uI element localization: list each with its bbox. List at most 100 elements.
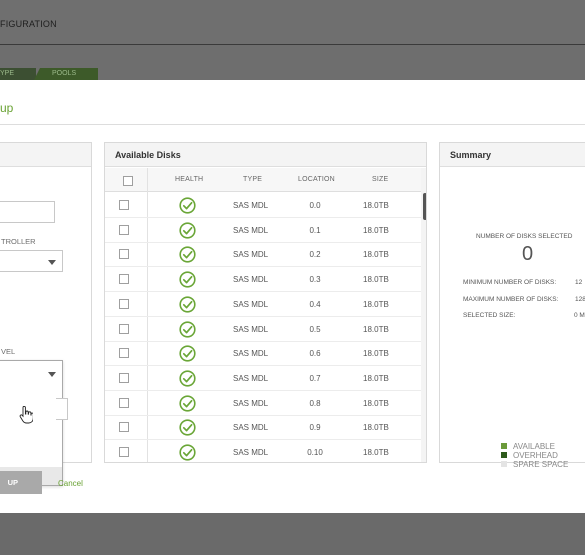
table-row[interactable]: SAS MDL 0.7 18.0TB <box>105 366 421 391</box>
cancel-link[interactable]: Cancel <box>58 479 83 488</box>
table-row[interactable]: SAS MDL 0.1 18.0TB <box>105 218 421 243</box>
row-checkbox[interactable] <box>119 422 129 433</box>
disk-type: SAS MDL <box>233 201 269 210</box>
health-ok-icon <box>179 394 196 412</box>
column-size[interactable]: SIZE <box>372 176 388 183</box>
disk-type: SAS MDL <box>233 324 269 334</box>
settings-panel-header <box>0 143 91 167</box>
disk-size: 18.0TB <box>363 423 389 433</box>
disk-type: SAS MDL <box>233 299 269 309</box>
disk-size: 18.0TB <box>363 373 389 383</box>
row-checkbox[interactable] <box>119 447 129 457</box>
health-ok-icon <box>179 197 196 214</box>
hand-cursor-icon <box>19 406 33 424</box>
legend-item-overhead: OVERHEAD <box>501 451 558 460</box>
summary-title: Summary <box>450 150 492 160</box>
disk-location: 0.3 <box>309 275 321 285</box>
health-ok-icon <box>179 271 196 288</box>
table-row[interactable]: SAS MDL 0.0 18.0TB <box>105 193 421 218</box>
column-type[interactable]: TYPE <box>243 176 262 183</box>
disk-size: 18.0TB <box>363 275 389 285</box>
row-checkbox[interactable] <box>119 200 129 210</box>
disks-panel-header: Available Disks <box>105 143 426 167</box>
row-checkbox[interactable] <box>119 323 129 334</box>
app-title: FIGURATION <box>0 19 57 29</box>
row-checkbox[interactable] <box>119 274 129 285</box>
min-disks-label: MINIMUM NUMBER OF DISKS: <box>463 279 557 286</box>
row-checkbox[interactable] <box>119 298 129 309</box>
column-location[interactable]: LOCATION <box>298 176 335 183</box>
health-ok-icon <box>179 296 196 313</box>
table-row[interactable]: SAS MDL 0.8 18.0TB <box>105 391 421 416</box>
controller-select[interactable] <box>0 250 63 272</box>
table-row[interactable]: SAS MDL 0.9 18.0TB <box>105 415 421 441</box>
legend-item-available: AVAILABLE <box>501 442 555 451</box>
disk-location: 0.4 <box>309 299 321 309</box>
summary-panel: Summary NUMBER OF DISKS SELECTED 0 MINIM… <box>439 142 585 469</box>
disk-location: 0.2 <box>309 250 321 260</box>
disk-location: 0.8 <box>309 398 321 408</box>
legend-label: AVAILABLE <box>513 442 555 451</box>
health-ok-icon <box>179 222 196 239</box>
title-divider <box>0 124 585 125</box>
group-settings-panel: TROLLER VEL <box>0 142 92 486</box>
disk-type: SAS MDL <box>233 448 269 457</box>
legend-label: OVERHEAD <box>513 451 558 460</box>
disks-scrollbar-thumb[interactable] <box>423 193 426 220</box>
disks-table-header: HEALTH TYPE LOCATION SIZE <box>105 168 426 192</box>
disk-type: SAS MDL <box>233 423 269 433</box>
selected-size-value: 0 M <box>574 312 585 319</box>
chevron-down-icon <box>48 372 56 377</box>
min-disks-value: 12 <box>575 279 583 286</box>
row-checkbox[interactable] <box>119 372 129 383</box>
disk-size: 18.0TB <box>363 299 389 309</box>
max-disks-label: MAXIMUM NUMBER OF DISKS: <box>463 296 559 303</box>
disks-panel-title: Available Disks <box>115 150 181 160</box>
health-ok-icon <box>179 345 196 362</box>
column-health[interactable]: HEALTH <box>175 176 203 183</box>
disk-location: 0.9 <box>309 423 321 433</box>
disks-selected-label: NUMBER OF DISKS SELECTED <box>476 233 573 240</box>
disk-size: 18.0TB <box>363 398 389 408</box>
table-row[interactable]: SAS MDL 0.10 18.0TB <box>105 440 421 462</box>
wizard-step-type: YPE <box>0 68 36 80</box>
legend-item-spare-space: SPARE SPACE <box>501 460 568 469</box>
disk-type: SAS MDL <box>233 250 269 260</box>
table-row[interactable]: SAS MDL 0.2 18.0TB <box>105 242 421 268</box>
row-checkbox[interactable] <box>119 348 129 359</box>
overhead-swatch <box>501 452 507 458</box>
available-swatch <box>501 443 507 449</box>
table-row[interactable]: SAS MDL 0.4 18.0TB <box>105 292 421 317</box>
select-all-checkbox[interactable] <box>123 176 133 186</box>
disk-type: SAS MDL <box>233 349 269 359</box>
disk-type: SAS MDL <box>233 373 269 383</box>
health-ok-icon <box>179 444 196 461</box>
disk-size: 18.0TB <box>363 349 389 359</box>
table-row[interactable]: SAS MDL 0.3 18.0TB <box>105 267 421 293</box>
summary-panel-header: Summary <box>440 143 585 167</box>
table-row[interactable]: SAS MDL 0.6 18.0TB <box>105 341 421 367</box>
selected-size-label: SELECTED SIZE: <box>463 312 516 319</box>
disk-location: 0.1 <box>309 225 321 235</box>
disk-size: 18.0TB <box>363 250 389 260</box>
row-checkbox[interactable] <box>119 397 129 408</box>
dialog-title: up <box>0 101 14 115</box>
disk-location: 0.10 <box>307 448 323 457</box>
input-behind-dropdown[interactable] <box>56 398 68 420</box>
create-group-dialog: up TROLLER VEL Available Disks HEALTH TY… <box>0 80 585 513</box>
disks-selected-count: 0 <box>522 243 534 265</box>
disk-type: SAS MDL <box>233 398 269 408</box>
wizard-step-pools: POOLS <box>34 68 98 80</box>
app-footer-area <box>0 513 585 555</box>
disk-type: SAS MDL <box>233 275 269 285</box>
group-name-input[interactable] <box>0 201 55 223</box>
health-ok-icon <box>179 246 196 263</box>
row-checkbox[interactable] <box>119 224 129 235</box>
disk-size: 18.0TB <box>363 324 389 334</box>
create-group-button[interactable]: UP <box>0 471 42 494</box>
row-checkbox[interactable] <box>119 249 129 260</box>
disk-size: 18.0TB <box>363 448 389 457</box>
disk-size: 18.0TB <box>363 225 389 235</box>
table-row[interactable]: SAS MDL 0.5 18.0TB <box>105 317 421 342</box>
health-ok-icon <box>179 370 196 387</box>
